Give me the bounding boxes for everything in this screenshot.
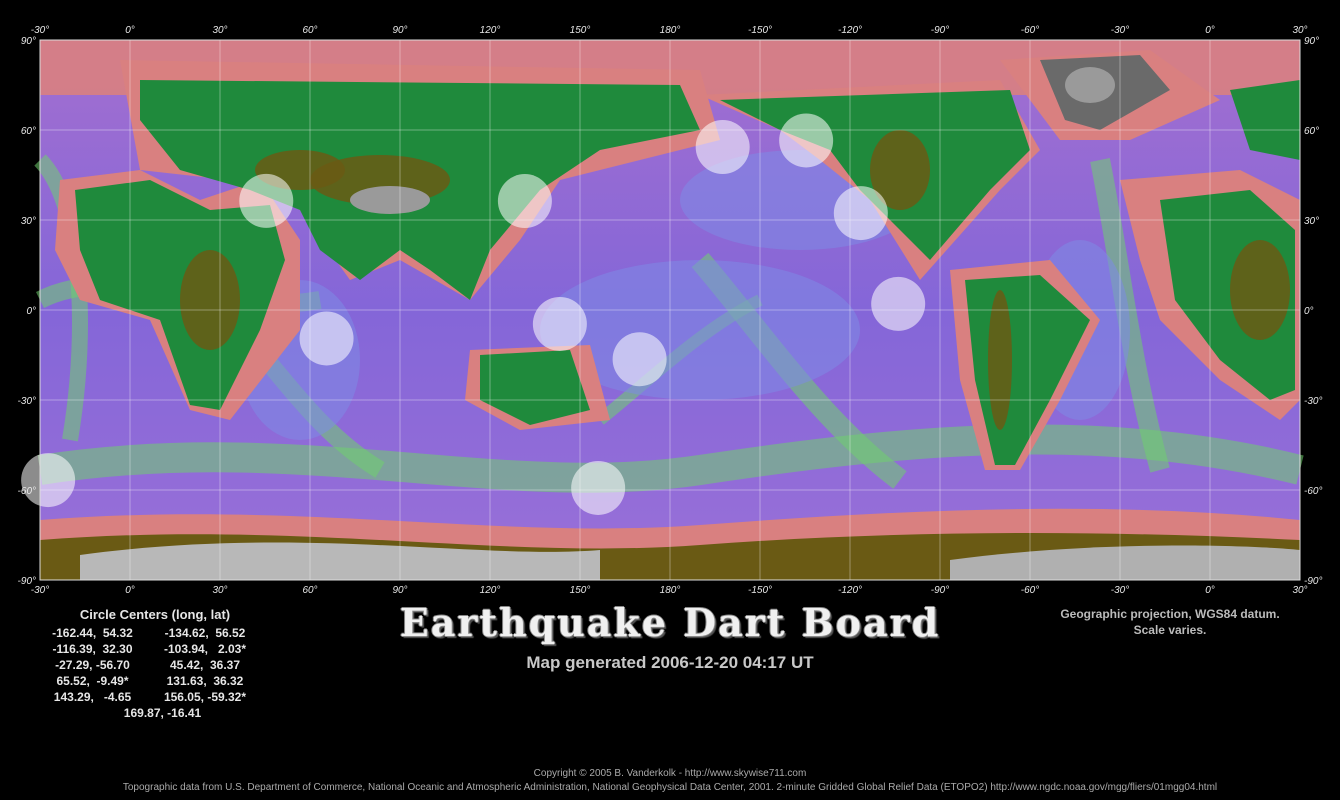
epicenter-circle (612, 332, 667, 387)
map-panel: -30° 0° 30° 60° 90° 120° 150° 180° -150° -120° -90… (0, 0, 1340, 600)
left-latitude-label: 0° (26, 306, 36, 317)
left-latitude-label: 30° (21, 216, 36, 227)
top-longitude-label: 90° (392, 25, 407, 36)
data-source-text: Topographic data from U.S. Department of… (122, 782, 1218, 793)
bottom-longitude-label: 180° (660, 585, 681, 596)
epicenter-circle (497, 174, 552, 229)
top-longitude-label: 60° (302, 25, 317, 36)
left-latitude-label: -90° (18, 576, 36, 587)
top-longitude-label: -30° (31, 25, 49, 36)
legend-cell: -116.39, 32.30 (52, 642, 133, 656)
projection-note: Geographic projection, WGS84 datum. Scal… (1010, 606, 1330, 638)
legend-cell: 45.42, 36.37 (169, 658, 241, 672)
legend-title: Circle Centers (long, lat) (79, 607, 231, 622)
legend-row: -27.29, -56.70 45.42, 36.37 (40, 657, 280, 673)
epicenter-circle (779, 113, 834, 168)
left-latitude-label: -30° (18, 396, 36, 407)
bottom-longitude-label: 0° (1205, 585, 1215, 596)
bottom-longitude-label: 90° (392, 585, 407, 596)
bottom-longitude-label: -150° (748, 585, 772, 596)
world-map: -30° 0° 30° 60° 90° 120° 150° 180° -150° -120° -90… (18, 25, 1323, 596)
legend-cell: 65.52, -9.49* (56, 674, 129, 688)
legend-row: 143.29, -4.65 156.05, -59.32* (40, 689, 280, 705)
top-longitude-label: 30° (1292, 25, 1307, 36)
top-longitude-label: 0° (125, 25, 135, 36)
legend-cell: 143.29, -4.65 (53, 690, 132, 704)
right-latitude-label: -90° (1304, 576, 1322, 587)
copyright-text: Copyright © 2005 B. Vanderkolk - http://… (533, 768, 807, 779)
legend-cell: -162.44, 54.32 (52, 626, 133, 640)
bottom-longitude-label: 60° (302, 585, 317, 596)
epicenter-circle (695, 120, 750, 175)
bottom-longitude-label: -60° (1021, 585, 1039, 596)
right-latitude-label: 60° (1304, 126, 1319, 137)
top-longitude-label: 30° (212, 25, 227, 36)
right-latitude-label: 30° (1304, 216, 1319, 227)
top-longitude-label: -30° (1111, 25, 1129, 36)
bottom-longitude-label: -120° (838, 585, 862, 596)
legend-cell-last: 169.87, -16.41 (123, 706, 202, 720)
epicenter-circle (871, 276, 926, 331)
legend-cell: 156.05, -59.32* (163, 690, 247, 704)
right-latitude-label: 90° (1304, 36, 1319, 47)
page-title: Earthquake Dart Board (399, 600, 941, 645)
bottom-longitude-label: -90° (931, 585, 949, 596)
legend-row: -116.39, 32.30 -103.94, 2.03* (40, 641, 280, 657)
top-longitude-label: -120° (838, 25, 862, 36)
top-longitude-label: 150° (570, 25, 591, 36)
right-latitude-label: -60° (1304, 486, 1322, 497)
epicenter-circle (239, 173, 294, 228)
legend-cell: -134.62, 56.52 (164, 626, 246, 640)
left-latitude-label: 60° (21, 126, 36, 137)
top-longitude-label: -90° (931, 25, 949, 36)
legend-row: 65.52, -9.49* 131.63, 36.32 (40, 673, 280, 689)
top-longitude-label: -150° (748, 25, 772, 36)
right-latitude-label: 0° (1304, 306, 1314, 317)
top-longitude-label: 0° (1205, 25, 1215, 36)
bottom-longitude-label: -30° (1111, 585, 1129, 596)
right-latitude-label: -30° (1304, 396, 1322, 407)
top-longitude-label: 120° (480, 25, 501, 36)
left-latitude-label: 90° (21, 36, 36, 47)
epicenter-circle (299, 311, 354, 366)
legend-cell: 131.63, 36.32 (166, 674, 244, 688)
epicenter-circle (21, 453, 76, 508)
left-latitude-label: -60° (18, 486, 36, 497)
generated-timestamp: Map generated 2006-12-20 04:17 UT (526, 653, 814, 672)
top-longitude-label: 180° (660, 25, 681, 36)
epicenter-circle (571, 460, 626, 515)
legend-row: -162.44, 54.32 -134.62, 56.52 (40, 625, 280, 641)
scale-line: Scale varies. (1133, 623, 1207, 637)
legend-cell: -103.94, 2.03* (163, 642, 247, 656)
bottom-longitude-label: 120° (480, 585, 501, 596)
bottom-longitude-label: 30° (212, 585, 227, 596)
bottom-longitude-label: 0° (125, 585, 135, 596)
top-longitude-label: -60° (1021, 25, 1039, 36)
bottom-longitude-label: 150° (570, 585, 591, 596)
epicenter-circle (532, 296, 587, 351)
epicenter-circle (833, 186, 888, 241)
circle-centers-legend: Circle Centers (long, lat) -162.44, 54.3… (40, 607, 280, 721)
legend-cell: -27.29, -56.70 (55, 658, 130, 672)
projection-line: Geographic projection, WGS84 datum. (1060, 607, 1280, 621)
